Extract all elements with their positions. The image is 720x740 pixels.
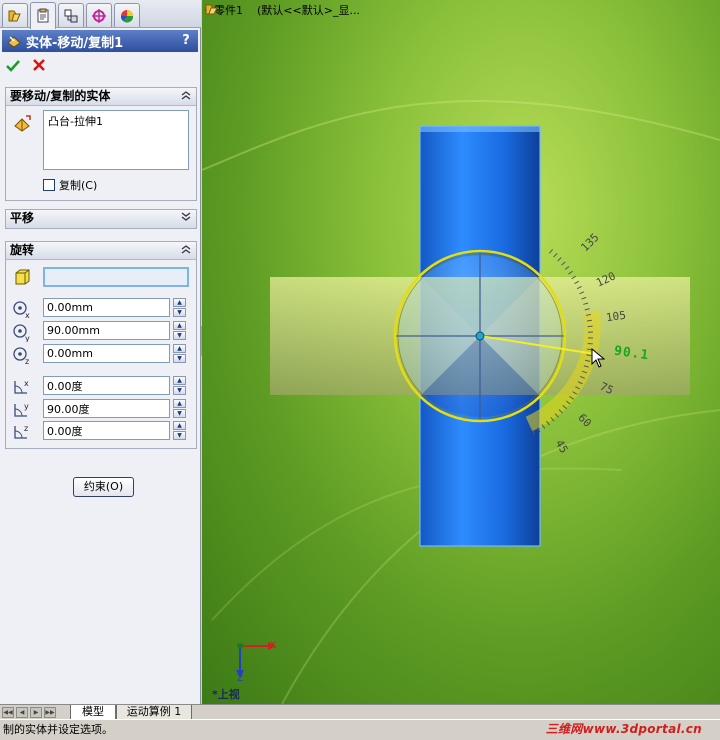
copy-checkbox-row[interactable]: 复制(C) <box>43 178 97 192</box>
z-origin-input[interactable] <box>43 344 170 363</box>
bodies-group-title: 要移动/复制的实体 <box>10 89 111 103</box>
tab-model[interactable]: 模型 <box>70 705 116 720</box>
bodies-selection-list[interactable]: 凸台-拉伸1 <box>43 110 189 170</box>
x-origin-input[interactable] <box>43 298 170 317</box>
z-angle-input[interactable] <box>43 421 170 440</box>
tab-motion-study[interactable]: 运动算例 1 <box>116 705 192 720</box>
site-watermark: 三维网www.3dportal.cn <box>545 722 702 736</box>
property-manager-title-bar: 实体-移动/复制1 ? <box>2 30 198 52</box>
svg-text:y: y <box>25 334 30 342</box>
property-manager-panel: 实体-移动/复制1 ? 要移动/复制的实体 凸台-拉伸1 复制(C) 平移 旋转… <box>0 0 201 704</box>
graphics-viewport[interactable]: 135 120 105 75 60 45 90.1 + 零件1 (默认<<默认>… <box>202 0 720 704</box>
checkmark-icon <box>6 60 20 72</box>
property-sheet-icon <box>37 8 49 23</box>
y-rotation-angle-row: y ▲▼ <box>12 399 194 419</box>
tab-dimxpert-manager[interactable] <box>86 3 112 27</box>
chevron-up-icon[interactable] <box>180 89 192 103</box>
translate-group-header[interactable]: 平移 <box>6 210 196 228</box>
ruler-tick <box>564 266 570 270</box>
z-origin-icon: z <box>12 345 32 366</box>
triad-x-label: X <box>270 641 277 651</box>
status-text: 制的实体并设定选项。 <box>3 723 113 736</box>
body-selection-icon <box>12 114 32 137</box>
ruler-tick <box>549 249 554 254</box>
tab-feature-manager[interactable] <box>2 3 28 27</box>
y-rotation-origin-row: y ▲▼ <box>12 321 194 343</box>
rotate-group: 旋转 x ▲▼ y ▲▼ z ▲▼ x ▲▼ <box>5 241 197 449</box>
z-origin-spinner[interactable]: ▲ ▼ <box>173 344 186 363</box>
rotate-group-header[interactable]: 旋转 <box>6 242 196 260</box>
color-wheel-icon <box>120 9 134 23</box>
y-angle-icon: y <box>12 400 32 420</box>
manager-tabbar <box>0 0 201 29</box>
bottom-tab-bar: ◀◀ ◀ ▶ ▶▶ 模型 运动算例 1 <box>0 704 720 720</box>
prev-tab-button[interactable]: ◀ <box>16 707 28 718</box>
z-angle-icon: z <box>12 422 32 442</box>
cancel-button[interactable] <box>31 57 49 75</box>
y-origin-input[interactable] <box>43 321 170 340</box>
z-angle-spinner[interactable]: ▲ ▼ <box>173 421 186 440</box>
crosshair-target-icon <box>92 8 106 23</box>
list-item[interactable]: 凸台-拉伸1 <box>48 113 184 129</box>
translate-group-title: 平移 <box>10 211 35 225</box>
tab-configuration-manager[interactable] <box>58 3 84 27</box>
ruler-tick <box>557 257 562 262</box>
page-title: 实体-移动/复制1 <box>26 35 124 51</box>
svg-text:x: x <box>24 379 29 388</box>
move-copy-body-icon <box>7 36 21 48</box>
tab-property-manager[interactable] <box>30 2 56 29</box>
copy-checkbox[interactable] <box>43 179 55 191</box>
y-angle-input[interactable] <box>43 399 170 418</box>
configuration-icon <box>64 9 78 22</box>
chevron-down-icon[interactable] <box>180 211 192 225</box>
configuration-name[interactable]: (默认<<默认>_显... <box>257 2 360 18</box>
y-angle-spinner[interactable]: ▲ ▼ <box>173 399 186 418</box>
x-rotation-angle-row: x ▲▼ <box>12 376 194 396</box>
chevron-up-icon[interactable] <box>180 243 192 257</box>
x-angle-icon: x <box>12 377 32 397</box>
mouse-pointer-icon <box>591 348 605 368</box>
last-tab-button[interactable]: ▶▶ <box>44 707 56 718</box>
rotate-group-title: 旋转 <box>10 243 35 257</box>
ruler-tick <box>553 253 558 258</box>
ok-checkmark-button[interactable] <box>5 58 23 74</box>
help-button[interactable]: ? <box>178 32 194 49</box>
x-origin-icon: x <box>12 299 32 320</box>
x-angle-input[interactable] <box>43 376 170 395</box>
translate-group: 平移 <box>5 209 197 229</box>
y-origin-icon: y <box>12 322 32 343</box>
svg-text:x: x <box>25 311 30 319</box>
rotation-reference-icon <box>12 267 32 290</box>
ruler-tick <box>568 270 573 275</box>
triad-z-label: Z <box>237 674 244 684</box>
ruler-tick <box>561 261 566 266</box>
z-rotation-angle-row: z ▲▼ <box>12 421 194 441</box>
x-rotation-origin-row: x ▲▼ <box>12 298 194 320</box>
y-origin-spinner[interactable]: ▲ ▼ <box>173 321 186 340</box>
feature-tree-breadcrumb[interactable]: + 零件1 (默认<<默认>_显... <box>204 2 360 18</box>
rotation-reference-field[interactable] <box>43 267 189 287</box>
svg-text:z: z <box>25 357 29 365</box>
ruler-tick <box>586 319 592 322</box>
bodies-group-header[interactable]: 要移动/复制的实体 <box>6 88 196 106</box>
z-rotation-origin-row: z ▲▼ <box>12 344 194 366</box>
bodies-to-move-group: 要移动/复制的实体 凸台-拉伸1 复制(C) <box>5 87 197 201</box>
svg-text:y: y <box>24 402 29 411</box>
close-x-icon <box>33 59 45 71</box>
view-orientation-label: *上视 <box>212 688 240 701</box>
svg-text:z: z <box>24 424 28 433</box>
x-angle-spinner[interactable]: ▲ ▼ <box>173 376 186 395</box>
copy-checkbox-label: 复制(C) <box>59 179 98 192</box>
part-icon <box>205 4 218 15</box>
constraints-button[interactable]: 约束(O) <box>73 477 134 497</box>
feature-tree-icon <box>8 10 21 21</box>
x-origin-spinner[interactable]: ▲ ▼ <box>173 298 186 317</box>
tab-display-manager[interactable] <box>114 3 140 27</box>
ruler-tick-label: 105 <box>605 308 627 325</box>
next-tab-button[interactable]: ▶ <box>30 707 42 718</box>
first-tab-button[interactable]: ◀◀ <box>2 707 14 718</box>
